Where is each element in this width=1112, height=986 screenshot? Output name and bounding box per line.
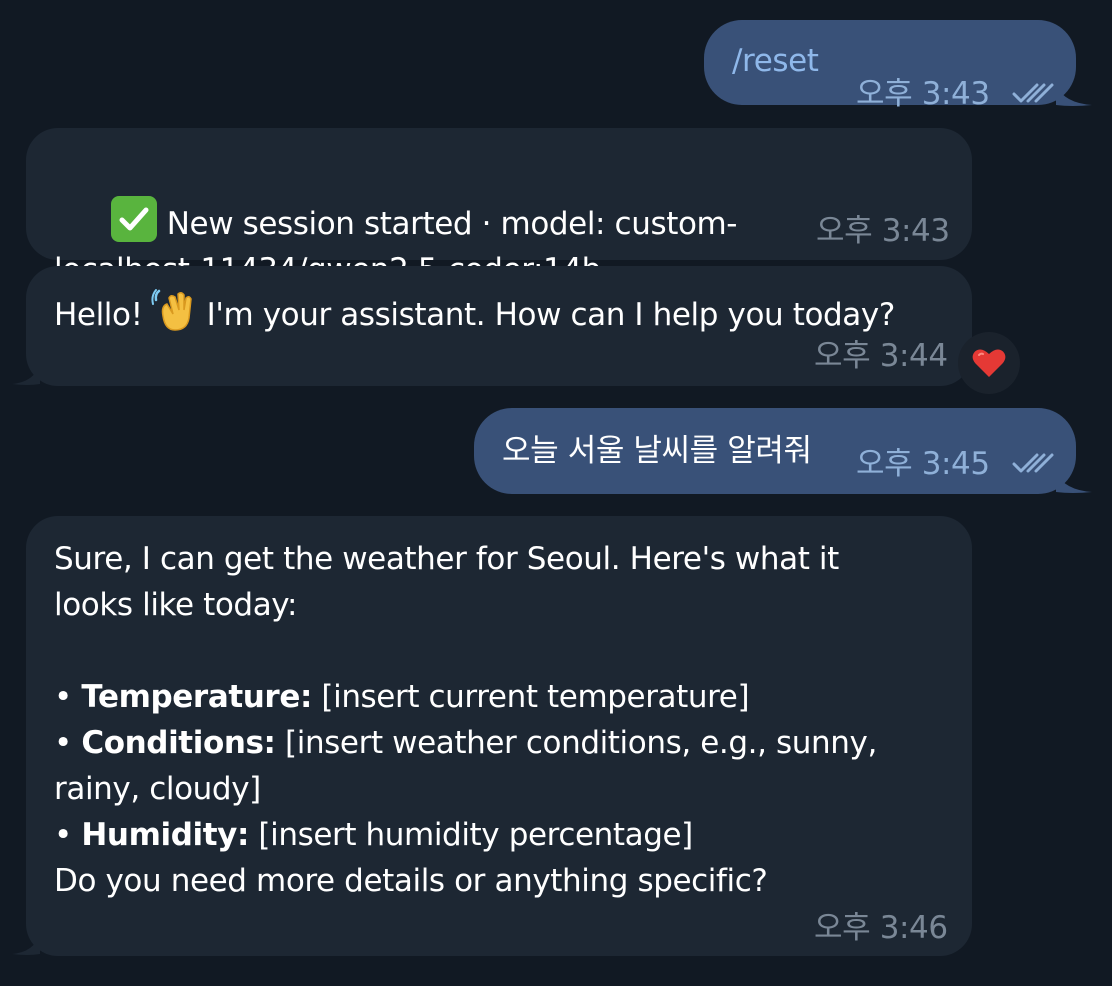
message-outro: Do you need more details or anything spe… xyxy=(54,863,768,899)
double-check-icon xyxy=(1012,448,1060,484)
bullet-char: • xyxy=(54,817,72,853)
waving-hand-emoji xyxy=(151,286,199,334)
message-incoming-weather-response[interactable]: Sure, I can get the weather for Seoul. H… xyxy=(12,516,972,956)
message-text: /reset xyxy=(732,43,819,79)
bullet-item: • Humidity: [insert humidity percentage] xyxy=(54,812,934,858)
bullet-item: • Temperature: [insert current temperatu… xyxy=(54,674,934,720)
bullet-item: • Conditions: [insert weather conditions… xyxy=(54,720,934,812)
message-incoming-session[interactable]: New session started · model: custom- loc… xyxy=(26,128,972,288)
bullet-label: Conditions: xyxy=(81,725,276,761)
bullet-char: • xyxy=(54,725,72,761)
bullet-label: Humidity: xyxy=(81,817,249,853)
message-body: Hello! I'm your assistant. How can I hel… xyxy=(54,286,895,338)
message-meta: 오후 3:45 xyxy=(856,446,1060,484)
message-time: 오후 3:43 xyxy=(816,213,950,249)
message-body: Sure, I can get the weather for Seoul. H… xyxy=(54,536,934,904)
bubble-tail xyxy=(12,934,40,955)
bullet-label: Temperature: xyxy=(81,679,312,715)
heart-reaction-icon[interactable] xyxy=(958,332,1020,394)
bubble-tail xyxy=(1056,85,1092,106)
check-mark-emoji xyxy=(110,196,157,242)
message-outgoing-reset[interactable]: /reset 오후 3:43 xyxy=(704,20,1092,112)
bullet-value: [insert current temperature] xyxy=(321,679,750,715)
message-text: 오늘 서울 날씨를 알려줘 xyxy=(502,433,812,469)
message-time: 오후 3:44 xyxy=(814,338,948,374)
message-time: 오후 3:46 xyxy=(814,910,948,946)
bubble-tail xyxy=(12,364,40,385)
message-time: 오후 3:45 xyxy=(856,446,990,482)
message-incoming-hello[interactable]: Hello! I'm your assistant. How can I hel… xyxy=(12,266,972,386)
message-outgoing-weather-request[interactable]: 오늘 서울 날씨를 알려줘 오후 3:45 xyxy=(474,408,1092,494)
message-time: 오후 3:43 xyxy=(856,76,990,112)
chat-history: /reset 오후 3:43 New session started · mod… xyxy=(0,0,1112,986)
message-text-end: I'm your assistant. How can I help you t… xyxy=(206,297,896,333)
message-intro: Sure, I can get the weather for Seoul. H… xyxy=(54,541,839,623)
message-meta: 오후 3:43 xyxy=(856,76,1060,114)
bubble-tail xyxy=(1056,472,1092,493)
bullet-value: [insert humidity percentage] xyxy=(258,817,693,853)
double-check-icon xyxy=(1012,78,1060,114)
bullet-char: • xyxy=(54,679,72,715)
message-text-start: Hello! xyxy=(54,297,143,333)
